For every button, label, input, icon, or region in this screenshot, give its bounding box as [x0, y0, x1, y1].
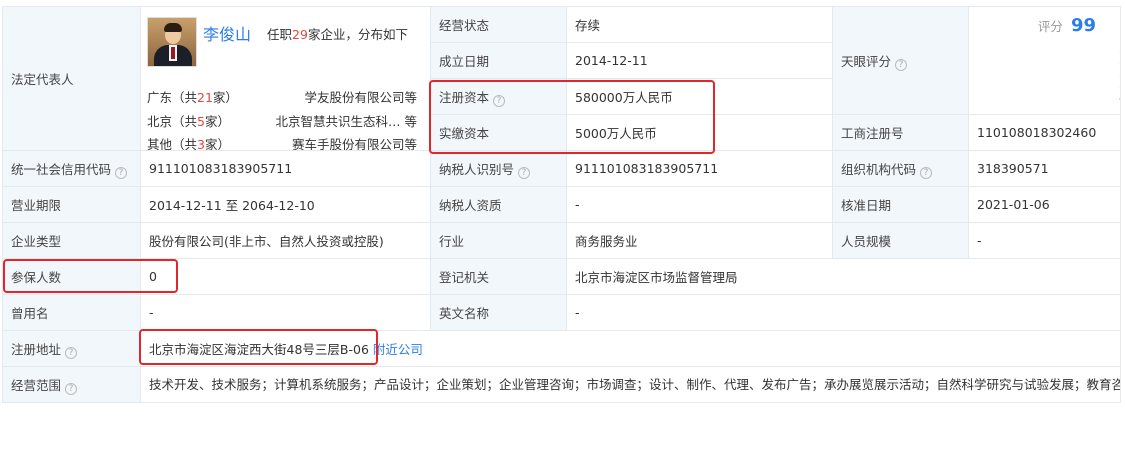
biz-term-label: 营业期限	[2, 186, 141, 223]
avatar[interactable]	[147, 17, 197, 67]
capital-highlight-box	[429, 80, 715, 154]
english-name-value: -	[566, 294, 1121, 331]
former-name-value: -	[140, 294, 431, 331]
help-icon[interactable]: ?	[920, 166, 933, 179]
score-curve-area	[1119, 53, 1121, 99]
status-value: 存续	[566, 6, 833, 43]
company-info-panel: 法定代表人 李俊山 任职29家企业，分布如下 广东（共21家） 学友股份有限公司…	[0, 0, 1125, 460]
score-curve-line	[1119, 98, 1120, 100]
score-distribution-chart: 0131550859799100	[1119, 50, 1121, 100]
credit-code-label: 统一社会信用代码?	[2, 150, 141, 187]
taxpayer-qual-value: -	[566, 186, 833, 223]
founded-value: 2014-12-11	[566, 42, 833, 79]
province-row-other[interactable]: 其他（共3家） 赛车手股份有限公司等	[147, 134, 417, 150]
biz-reg-no-value: 110108018302460	[968, 114, 1121, 151]
score-value: 99	[1070, 15, 1096, 36]
insured-highlight-box	[3, 259, 178, 293]
help-icon[interactable]: ?	[895, 58, 908, 71]
org-code-value: 318390571	[968, 150, 1121, 187]
help-icon[interactable]: ?	[65, 346, 78, 359]
reg-address-label: 注册地址?	[2, 330, 141, 367]
approval-date-value: 2021-01-06	[968, 186, 1121, 223]
insured-value: 0	[140, 258, 431, 295]
staff-size-label: 人员规模	[832, 222, 969, 259]
industry-label: 行业	[430, 222, 567, 259]
staff-size-value: -	[968, 222, 1121, 259]
nearby-companies-link[interactable]: 附近公司	[373, 342, 423, 357]
credit-code-value: 911101083183905711	[140, 150, 431, 187]
help-icon[interactable]: ?	[518, 166, 531, 179]
company-type-label: 企业类型	[2, 222, 141, 259]
industry-value: 商务服务业	[566, 222, 833, 259]
reg-authority-value: 北京市海淀区市场监督管理局	[566, 258, 1121, 295]
company-type-value: 股份有限公司(非上市、自然人投资或控股)	[140, 222, 431, 259]
reg-authority-label: 登记机关	[430, 258, 567, 295]
address-highlight-box	[139, 329, 378, 365]
legal-rep-summary: 任职29家企业，分布如下	[267, 27, 408, 42]
help-icon[interactable]: ?	[115, 166, 128, 179]
legal-rep-label: 法定代表人	[2, 6, 141, 151]
biz-scope-label: 经营范围?	[2, 366, 141, 403]
taxpayer-qual-label: 纳税人资质	[430, 186, 567, 223]
former-name-label: 曾用名	[2, 294, 141, 331]
biz-reg-no-label: 工商注册号	[832, 114, 969, 151]
score-header: 评分 99	[1037, 15, 1096, 36]
province-row-guangdong[interactable]: 广东（共21家） 学友股份有限公司等	[147, 87, 417, 106]
org-code-label: 组织机构代码?	[832, 150, 969, 187]
approval-date-label: 核准日期	[832, 186, 969, 223]
english-name-label: 英文名称	[430, 294, 567, 331]
biz-term-value: 2014-12-11 至 2064-12-10	[140, 186, 431, 223]
score-cell[interactable]: 评分99 0131550859799100	[968, 6, 1121, 115]
status-label: 经营状态	[430, 6, 567, 43]
help-icon[interactable]: ?	[65, 382, 78, 395]
biz-scope-value: 技术开发、技术服务；计算机系统服务；产品设计；企业策划；企业管理咨询；市场调查；…	[140, 366, 1121, 403]
tianyan-score-label: 天眼评分?	[832, 6, 969, 115]
taxpayer-id-value: 911101083183905711	[566, 150, 833, 187]
taxpayer-id-label: 纳税人识别号?	[430, 150, 567, 187]
founded-label: 成立日期	[430, 42, 567, 79]
legal-rep-name[interactable]: 李俊山	[203, 21, 251, 45]
province-row-beijing[interactable]: 北京（共5家） 北京智慧共识生态科… 等	[147, 111, 417, 130]
legal-rep-cell: 李俊山 任职29家企业，分布如下 广东（共21家） 学友股份有限公司等 北京（共…	[140, 6, 431, 151]
